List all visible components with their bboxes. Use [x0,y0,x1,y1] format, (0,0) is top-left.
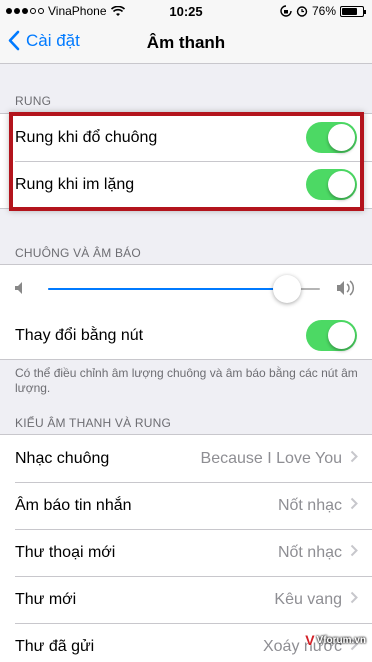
battery-fill [342,7,358,15]
row-new-mail[interactable]: Thư mới Kêu vang [0,576,372,623]
volume-slider-thumb[interactable] [273,275,302,303]
status-right: 76% [280,4,366,18]
toggle-knob [328,124,355,151]
row-vibrate-on-silent: Rung khi im lặng [0,161,372,208]
section-header-rung: RUNG [15,94,52,108]
section-header-sounds: KIỂU ÂM THANH VÀ RUNG [15,416,171,430]
row-value: Nốt nhạc [277,543,342,561]
ringer-footer-note: Có thể điều chỉnh âm lượng chuông và âm … [15,366,358,395]
watermark-text: Vforum.vn [316,634,366,646]
toggle-knob [328,322,355,349]
row-text-tone[interactable]: Âm báo tin nhắn Nốt nhạc [0,482,372,529]
row-label: Nhạc chuông [15,449,110,467]
page-title: Âm thanh [146,33,226,52]
battery-icon [340,5,366,17]
row-value: Kêu vang [274,590,342,608]
row-new-voicemail[interactable]: Thư thoại mới Nốt nhạc [0,529,372,576]
row-label: Thư mới [15,590,77,608]
change-with-buttons-toggle[interactable] [306,320,357,351]
vibrate-on-ring-toggle[interactable] [306,122,357,153]
row-label: Thư thoại mới [15,543,116,561]
group-rung: Rung khi đổ chuông Rung khi im lặng [0,113,372,209]
row-vibrate-on-ring: Rung khi đổ chuông [0,114,372,161]
watermark: V Vforum.vn [305,632,366,648]
chevron-right-icon [350,450,358,463]
lock-rotation-icon [280,5,292,17]
toggle-knob [328,171,355,198]
nav-bar: Cài đặt Âm thanh [0,22,372,64]
volume-slider-fill [48,288,288,290]
row-change-with-buttons: Thay đổi bằng nút [0,312,372,359]
volume-slider[interactable] [48,275,320,303]
vibrate-on-silent-toggle[interactable] [306,169,357,200]
volume-high-icon [337,280,355,296]
volume-slider-row [0,265,372,312]
battery-percent: 76% [311,4,336,18]
group-sounds: Nhạc chuông Because I Love You Âm báo ti… [0,434,372,662]
row-value: Because I Love You [200,449,342,467]
group-ringer: Thay đổi bằng nút [0,264,372,360]
status-bar: VinaPhone 10:25 76% [0,0,372,22]
section-header-ringer: CHUÔNG VÀ ÂM BÁO [15,246,141,260]
chevron-right-icon [350,497,358,510]
row-label: Âm báo tin nhắn [15,496,132,514]
chevron-right-icon [350,591,358,604]
alarm-icon [296,6,308,17]
volume-low-icon [15,282,22,294]
row-value: Nốt nhạc [277,496,342,514]
chevron-right-icon [350,544,358,557]
watermark-logo: V [305,632,315,648]
row-ringtone[interactable]: Nhạc chuông Because I Love You [0,435,372,482]
row-label: Thư đã gửi [15,637,95,655]
